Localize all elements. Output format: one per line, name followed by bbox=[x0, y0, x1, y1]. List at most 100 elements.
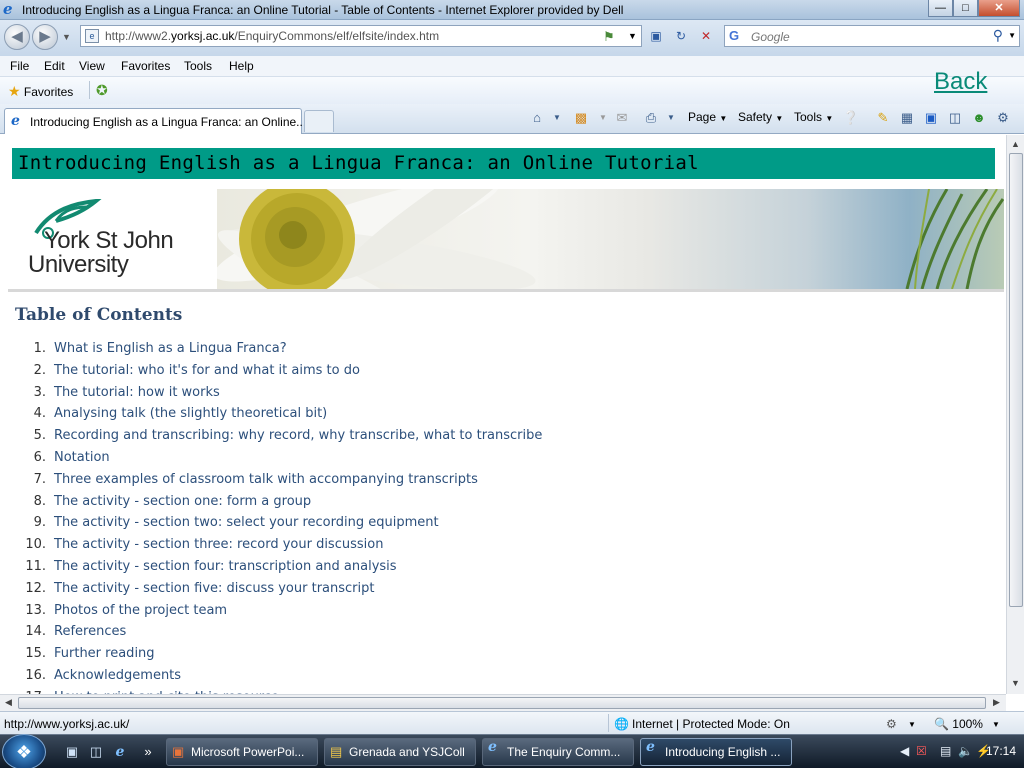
feeds-dropdown[interactable]: ▼ bbox=[594, 109, 612, 127]
rss-icon[interactable]: ▣ bbox=[645, 27, 667, 45]
toc-item-link[interactable]: The activity - section five: discuss you… bbox=[54, 578, 374, 600]
help-icon[interactable]: ❔ bbox=[842, 109, 860, 127]
back-link[interactable]: Back bbox=[934, 68, 987, 96]
toc-item-link[interactable]: What is English as a Lingua Franca? bbox=[54, 338, 287, 360]
print-icon[interactable]: ⎙ bbox=[642, 109, 660, 127]
messenger-icon[interactable]: ☻ bbox=[970, 109, 988, 127]
research-icon[interactable]: ✎ bbox=[874, 109, 892, 127]
home-icon[interactable]: ⌂ bbox=[528, 109, 546, 127]
toc-item-link[interactable]: The activity - section four: transcripti… bbox=[54, 556, 397, 578]
menu-edit[interactable]: Edit bbox=[44, 59, 65, 73]
print-dropdown[interactable]: ▼ bbox=[662, 109, 680, 127]
taskbar-item-current[interactable]: e Introducing English ... bbox=[640, 738, 792, 766]
toc-item-number: 17. bbox=[10, 687, 46, 694]
system-tray: ◀ ☒ ▤ 🔈 ⚡ 17:14 bbox=[896, 735, 1024, 768]
feeds-icon[interactable]: ▩ bbox=[572, 109, 590, 127]
taskbar-item-folder[interactable]: ▤ Grenada and YSJColl bbox=[324, 738, 476, 766]
show-desktop-icon[interactable]: ▣ bbox=[64, 744, 80, 760]
switch-windows-icon[interactable]: ◫ bbox=[88, 744, 104, 760]
toc-item-number: 6. bbox=[33, 449, 46, 465]
minimize-button[interactable]: — bbox=[928, 0, 953, 17]
toc-item-link[interactable]: Acknowledgements bbox=[54, 665, 181, 687]
volume-icon[interactable]: 🔈 bbox=[958, 744, 973, 758]
toolbar-icon-1[interactable]: ▦ bbox=[898, 109, 916, 127]
new-tab-button[interactable] bbox=[304, 110, 334, 132]
scroll-left-arrow[interactable]: ◀ bbox=[5, 697, 12, 708]
menu-bar: File Edit View Favorites Tools Help bbox=[0, 56, 1024, 77]
security-zone[interactable]: Internet | Protected Mode: On bbox=[632, 717, 790, 731]
stop-icon[interactable]: ✕ bbox=[695, 27, 717, 45]
mail-icon[interactable]: ✉ bbox=[613, 109, 631, 127]
powerpoint-icon: ▣ bbox=[172, 744, 185, 759]
toc-item-link[interactable]: The activity - section one: form a group bbox=[54, 491, 311, 513]
close-button[interactable]: ✕ bbox=[978, 0, 1020, 17]
toc-item-link[interactable]: The activity - section three: record you… bbox=[54, 534, 383, 556]
forward-button[interactable]: ▶ bbox=[32, 24, 58, 50]
toc-item-link[interactable]: How to print and cite this resource bbox=[54, 687, 279, 694]
address-field[interactable]: e http://www2.yorksj.ac.uk/EnquiryCommon… bbox=[80, 25, 642, 47]
address-dropdown[interactable]: ▼ bbox=[628, 31, 637, 41]
zoom-dropdown[interactable]: ▼ bbox=[992, 720, 1000, 729]
toc-item-link[interactable]: Further reading bbox=[54, 643, 155, 665]
scroll-up-arrow[interactable]: ▲ bbox=[1011, 139, 1020, 149]
toc-item-link[interactable]: The tutorial: how it works bbox=[54, 382, 220, 404]
maximize-button[interactable]: □ bbox=[953, 0, 978, 17]
add-favorite-icon[interactable]: ✪ bbox=[96, 82, 108, 99]
toc-item-link[interactable]: The tutorial: who it's for and what it a… bbox=[54, 360, 360, 382]
clock[interactable]: 17:14 bbox=[986, 744, 1016, 758]
security-alert-icon[interactable]: ☒ bbox=[916, 744, 927, 758]
menu-favorites[interactable]: Favorites bbox=[121, 59, 170, 73]
back-button[interactable]: ◀ bbox=[4, 24, 30, 50]
zoom-control[interactable]: 🔍 100% bbox=[934, 717, 983, 731]
scroll-right-arrow[interactable]: ▶ bbox=[993, 697, 1000, 708]
search-input[interactable]: G Google ⚲ ▼ bbox=[724, 25, 1020, 47]
horizontal-scrollbar[interactable]: ◀ ▶ bbox=[0, 694, 1006, 711]
divider bbox=[8, 289, 1004, 292]
toc-item-link[interactable]: The activity - section two: select your … bbox=[54, 512, 439, 534]
toc-item-link[interactable]: References bbox=[54, 621, 126, 643]
compatibility-icon[interactable]: ⚑ bbox=[603, 29, 615, 45]
university-logo[interactable]: York St John University bbox=[22, 199, 202, 285]
ie-icon: e bbox=[646, 739, 655, 755]
toc-item-link[interactable]: Photos of the project team bbox=[54, 600, 227, 622]
toolbar-icon-3[interactable]: ◫ bbox=[946, 109, 964, 127]
vertical-scrollbar[interactable]: ▲ ▼ bbox=[1006, 135, 1024, 694]
menu-help[interactable]: Help bbox=[229, 59, 254, 73]
network-icon[interactable]: ▤ bbox=[940, 744, 951, 758]
vertical-scroll-thumb[interactable] bbox=[1009, 153, 1023, 607]
refresh-icon[interactable]: ↻ bbox=[670, 27, 692, 45]
taskbar-item-enquiry[interactable]: e The Enquiry Comm... bbox=[482, 738, 634, 766]
start-button[interactable]: ❖ bbox=[2, 734, 46, 768]
scroll-down-arrow[interactable]: ▼ bbox=[1011, 678, 1020, 688]
toolbar-icon-4[interactable]: ⚙ bbox=[994, 109, 1012, 127]
ie-quicklaunch-icon[interactable]: e bbox=[112, 744, 128, 760]
safety-menu[interactable]: Safety ▼ bbox=[738, 110, 783, 124]
menu-view[interactable]: View bbox=[79, 59, 105, 73]
horizontal-scroll-thumb[interactable] bbox=[18, 697, 986, 709]
logo-line-1: York St John bbox=[44, 227, 174, 254]
search-options-dropdown[interactable]: ▼ bbox=[1008, 31, 1016, 40]
search-icon[interactable]: ⚲ bbox=[993, 27, 1003, 44]
popup-dropdown[interactable]: ▼ bbox=[908, 720, 916, 729]
toc-item-link[interactable]: Recording and transcribing: why record, … bbox=[54, 425, 542, 447]
quicklaunch-more-icon[interactable]: » bbox=[140, 744, 156, 760]
address-url[interactable]: http://www2.yorksj.ac.uk/EnquiryCommons/… bbox=[105, 29, 439, 43]
header-image-row: York St John University bbox=[8, 189, 1004, 289]
popup-blocker-icon[interactable]: ⚙ bbox=[886, 717, 897, 731]
toolbar-icon-2[interactable]: ▣ bbox=[922, 109, 940, 127]
menu-tools[interactable]: Tools bbox=[184, 59, 212, 73]
favorites-button[interactable]: ★ Favorites bbox=[8, 83, 73, 100]
recent-pages-dropdown[interactable]: ▼ bbox=[62, 32, 71, 42]
menu-file[interactable]: File bbox=[10, 59, 29, 73]
tools-menu[interactable]: Tools ▼ bbox=[794, 110, 833, 124]
toc-item-link[interactable]: Three examples of classroom talk with ac… bbox=[54, 469, 478, 491]
google-icon: G bbox=[729, 28, 740, 43]
daisy-illustration bbox=[217, 189, 1004, 289]
toc-item-link[interactable]: Analysing talk (the slightly theoretical… bbox=[54, 403, 327, 425]
page-menu[interactable]: Page ▼ bbox=[688, 110, 727, 124]
home-dropdown[interactable]: ▼ bbox=[548, 109, 566, 127]
tray-expand-icon[interactable]: ◀ bbox=[900, 744, 909, 758]
toc-item-link[interactable]: Notation bbox=[54, 447, 110, 469]
taskbar-item-powerpoint[interactable]: ▣ Microsoft PowerPoi... bbox=[166, 738, 318, 766]
tab-current[interactable]: e Introducing English as a Lingua Franca… bbox=[4, 108, 306, 134]
